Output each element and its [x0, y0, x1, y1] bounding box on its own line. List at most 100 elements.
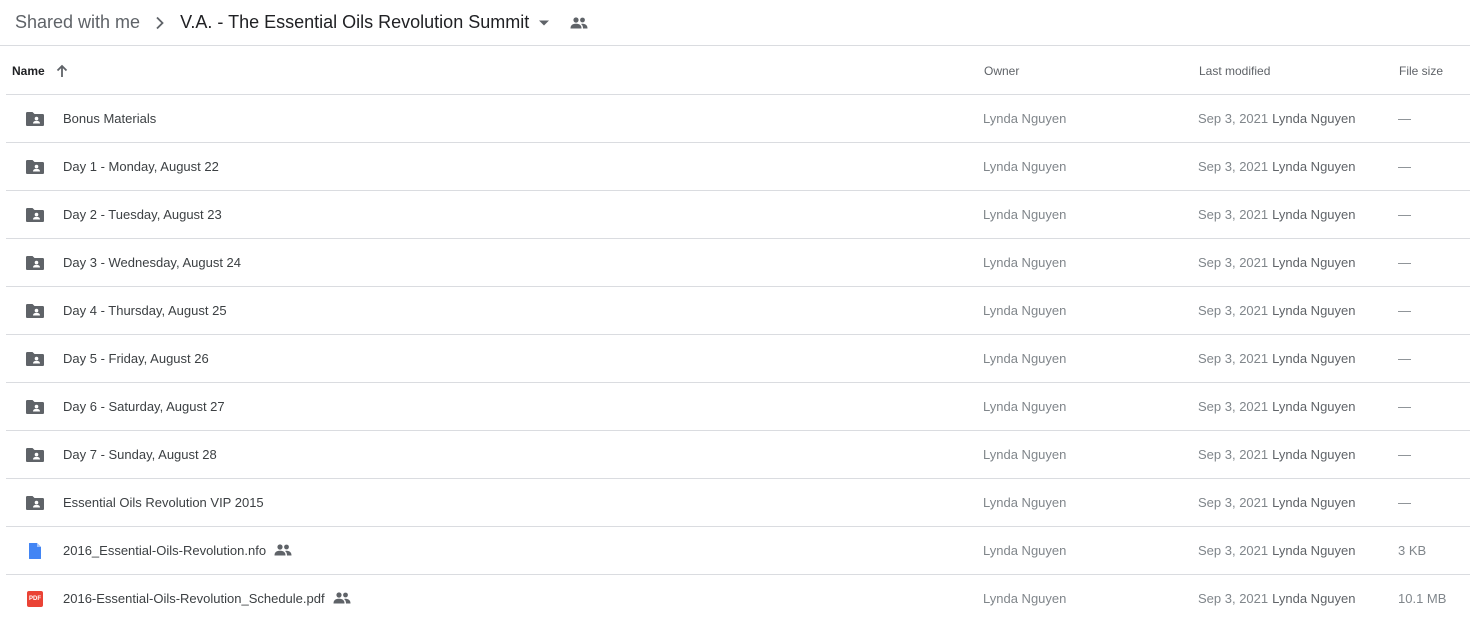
file-name-cell: Day 5 - Friday, August 26 — [63, 351, 209, 366]
breadcrumb-shared-with-me[interactable]: Shared with me — [15, 12, 140, 33]
modified-by: Lynda Nguyen — [1272, 111, 1356, 126]
shared-folder-icon — [24, 204, 46, 226]
last-modified-cell: Sep 3, 2021 Lynda Nguyen — [1198, 399, 1355, 414]
owner-cell: Lynda Nguyen — [983, 159, 1067, 174]
last-modified-cell: Sep 3, 2021 Lynda Nguyen — [1198, 495, 1355, 510]
table-row[interactable]: Day 2 - Tuesday, August 23 Lynda Nguyen Se… — [6, 191, 1470, 239]
last-modified-column-header[interactable]: Last modified — [1199, 64, 1270, 78]
shared-folder-icon — [24, 252, 46, 274]
owner-cell: Lynda Nguyen — [983, 207, 1067, 222]
breadcrumb-current-folder[interactable]: V.A. - The Essential Oils Revolution Sum… — [180, 12, 529, 33]
file-name: 2016-Essential-Oils-Revolution_Schedule.… — [63, 591, 325, 606]
modified-date: Sep 3, 2021 — [1198, 255, 1269, 270]
file-size-cell: — — [1398, 207, 1411, 222]
file-size-cell: 10.1 MB — [1398, 591, 1447, 606]
shared-people-icon — [333, 591, 351, 606]
file-size-column-header[interactable]: File size — [1399, 64, 1443, 78]
file-name: Essential Oils Revolution VIP 2015 — [63, 495, 264, 510]
modified-date: Sep 3, 2021 — [1198, 207, 1269, 222]
pdf-icon-label: PDF — [29, 595, 41, 602]
modified-date: Sep 3, 2021 — [1198, 543, 1269, 558]
modified-by: Lynda Nguyen — [1272, 207, 1356, 222]
modified-date: Sep 3, 2021 — [1198, 159, 1269, 174]
chevron-right-icon — [140, 16, 180, 30]
table-row[interactable]: Day 1 - Monday, August 22 Lynda Nguyen Sep… — [6, 143, 1470, 191]
shared-folder-icon — [24, 348, 46, 370]
shared-people-icon — [274, 543, 292, 558]
modified-date: Sep 3, 2021 — [1198, 399, 1269, 414]
modified-by: Lynda Nguyen — [1272, 447, 1356, 462]
table-row[interactable]: Bonus Materials Lynda Nguyen Sep 3, 2021 Ly… — [6, 95, 1470, 143]
owner-cell: Lynda Nguyen — [983, 495, 1067, 510]
file-name-cell: Essential Oils Revolution VIP 2015 — [63, 495, 264, 510]
table-row[interactable]: Day 6 - Saturday, August 27 Lynda Nguyen S… — [6, 383, 1470, 431]
modified-by: Lynda Nguyen — [1272, 591, 1356, 606]
modified-by: Lynda Nguyen — [1272, 543, 1356, 558]
name-column-header[interactable]: Name — [12, 64, 69, 78]
file-name: 2016_Essential-Oils-Revolution.nfo — [63, 543, 267, 558]
modified-by: Lynda Nguyen — [1272, 495, 1356, 510]
owner-cell: Lynda Nguyen — [983, 303, 1067, 318]
owner-cell: Lynda Nguyen — [983, 543, 1067, 558]
file-size-cell: — — [1398, 303, 1411, 318]
modified-by: Lynda Nguyen — [1272, 303, 1356, 318]
file-name: Day 7 - Sunday, August 28 — [63, 447, 217, 462]
file-size-cell: — — [1398, 111, 1411, 126]
file-size-cell: — — [1398, 159, 1411, 174]
file-name: Day 6 - Saturday, August 27 — [63, 399, 225, 414]
file-size-cell: — — [1398, 351, 1411, 366]
shared-folder-icon — [24, 108, 46, 130]
last-modified-cell: Sep 3, 2021 Lynda Nguyen — [1198, 447, 1355, 462]
file-name-cell: Day 3 - Wednesday, August 24 — [63, 255, 241, 270]
name-header-label: Name — [12, 63, 45, 78]
owner-cell: Lynda Nguyen — [983, 111, 1067, 126]
file-rows: Bonus Materials Lynda Nguyen Sep 3, 2021 Ly… — [6, 95, 1470, 622]
table-row[interactable]: Day 3 - Wednesday, August 24 Lynda Nguyen… — [6, 239, 1470, 287]
table-row[interactable]: Day 4 - Thursday, August 25 Lynda Nguyen S… — [6, 287, 1470, 335]
file-name: Day 2 - Tuesday, August 23 — [63, 207, 222, 222]
file-name: Bonus Materials — [63, 111, 157, 126]
owner-cell: Lynda Nguyen — [983, 591, 1067, 606]
owner-cell: Lynda Nguyen — [983, 351, 1067, 366]
modified-date: Sep 3, 2021 — [1198, 111, 1269, 126]
last-modified-cell: Sep 3, 2021 Lynda Nguyen — [1198, 207, 1355, 222]
table-row[interactable]: Day 5 - Friday, August 26 Lynda Nguyen Sep… — [6, 335, 1470, 383]
last-modified-cell: Sep 3, 2021 Lynda Nguyen — [1198, 255, 1355, 270]
modified-by: Lynda Nguyen — [1272, 399, 1356, 414]
table-row[interactable]: 2016_Essential-Oils-Revolution.nfo Lynda … — [6, 527, 1470, 575]
modified-by: Lynda Nguyen — [1272, 351, 1356, 366]
file-list-header: Name Owner Last modified File size — [6, 47, 1470, 95]
pdf-file-icon: PDF — [24, 588, 46, 610]
file-size-cell: 3 KB — [1398, 543, 1427, 558]
file-name-cell: 2016-Essential-Oils-Revolution_Schedule.… — [63, 591, 351, 606]
file-name: Day 3 - Wednesday, August 24 — [63, 255, 242, 270]
file-name: Day 5 - Friday, August 26 — [63, 351, 209, 366]
last-modified-cell: Sep 3, 2021 Lynda Nguyen — [1198, 591, 1355, 606]
last-modified-cell: Sep 3, 2021 Lynda Nguyen — [1198, 159, 1355, 174]
file-name-cell: Day 4 - Thursday, August 25 — [63, 303, 227, 318]
sort-ascending-arrow-icon[interactable] — [55, 64, 69, 78]
last-modified-cell: Sep 3, 2021 Lynda Nguyen — [1198, 351, 1355, 366]
modified-by: Lynda Nguyen — [1272, 159, 1356, 174]
owner-column-header[interactable]: Owner — [984, 64, 1019, 78]
file-size-cell: — — [1398, 447, 1411, 462]
file-size-cell: — — [1398, 495, 1411, 510]
table-row[interactable]: Essential Oils Revolution VIP 2015 Lynda … — [6, 479, 1470, 527]
file-name-cell: Day 2 - Tuesday, August 23 — [63, 207, 222, 222]
table-row[interactable]: PDF 2016-Essential-Oils-Revolution_Schedu… — [6, 575, 1470, 622]
table-row[interactable]: Day 7 - Sunday, August 28 Lynda Nguyen Sep… — [6, 431, 1470, 479]
modified-date: Sep 3, 2021 — [1198, 591, 1269, 606]
file-name-cell: Bonus Materials — [63, 111, 156, 126]
dropdown-arrow-icon[interactable] — [537, 16, 551, 30]
owner-cell: Lynda Nguyen — [983, 399, 1067, 414]
file-name-cell: 2016_Essential-Oils-Revolution.nfo — [63, 543, 292, 558]
modified-date: Sep 3, 2021 — [1198, 495, 1269, 510]
file-name-cell: Day 7 - Sunday, August 28 — [63, 447, 217, 462]
shared-folder-icon — [24, 156, 46, 178]
file-name-cell: Day 6 - Saturday, August 27 — [63, 399, 225, 414]
last-modified-cell: Sep 3, 2021 Lynda Nguyen — [1198, 543, 1355, 558]
file-size-cell: — — [1398, 255, 1411, 270]
shared-folder-icon — [24, 444, 46, 466]
last-modified-cell: Sep 3, 2021 Lynda Nguyen — [1198, 111, 1355, 126]
modified-date: Sep 3, 2021 — [1198, 351, 1269, 366]
